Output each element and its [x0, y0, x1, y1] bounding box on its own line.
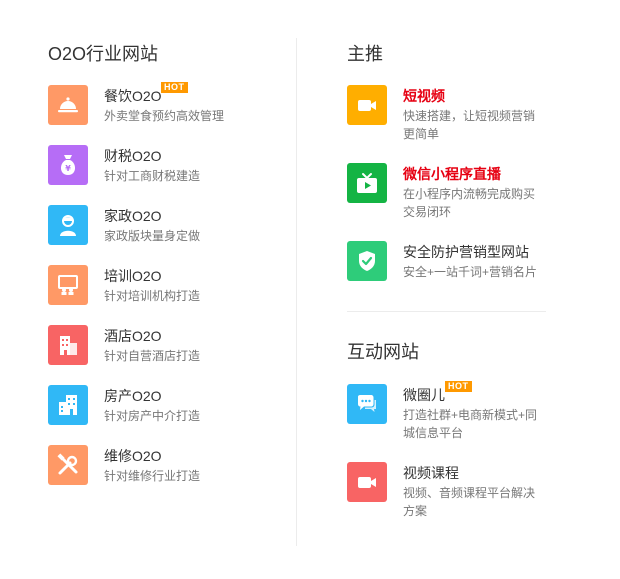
menu-item-short-video[interactable]: 短视频 快速搭建，让短视频营销更简单	[347, 85, 543, 143]
item-description: 针对房产中介打造	[104, 409, 201, 423]
item-description: 视频、音频课程平台解决方案	[403, 486, 536, 518]
money-bag-icon: ¥	[48, 145, 88, 185]
menu-item-housekeeping[interactable]: 家政O2O 家政版块量身定做	[48, 205, 200, 245]
item-description: 外卖堂食预约高效管理	[104, 109, 225, 123]
item-description: 针对自营酒店打造	[104, 349, 201, 363]
menu-item-catering[interactable]: 餐饮O2O HOT 外卖堂食预约高效管理	[48, 82, 225, 125]
item-title: 维修O2O	[104, 448, 162, 464]
tools-icon	[48, 445, 88, 485]
item-title: 视频课程	[403, 465, 459, 481]
item-title: 财税O2O	[104, 148, 162, 164]
menu-item-real-estate[interactable]: 房产O2O 针对房产中介打造	[48, 385, 200, 425]
classroom-icon	[48, 265, 88, 305]
item-title: 房产O2O	[104, 388, 162, 404]
item-description: 打造社群+电商新模式+同城信息平台	[403, 408, 538, 440]
svg-text:¥: ¥	[65, 164, 71, 173]
menu-item-training[interactable]: 培训O2O 针对培训机构打造	[48, 265, 200, 305]
cloche-icon	[48, 85, 88, 125]
item-title: 家政O2O	[104, 208, 162, 224]
o2o-section-title: O2O行业网站	[48, 44, 159, 64]
video-camera-icon	[347, 85, 387, 125]
menu-item-repair[interactable]: 维修O2O 针对维修行业打造	[48, 445, 200, 485]
item-description: 在小程序内流畅完成购买交易闭环	[403, 187, 536, 219]
menu-item-weiquaner[interactable]: 微圈儿 HOT 打造社群+电商新模式+同城信息平台	[347, 381, 543, 442]
section-divider	[347, 311, 546, 312]
hot-badge: HOT	[161, 82, 188, 93]
item-description: 针对培训机构打造	[104, 289, 201, 303]
item-description: 针对维修行业打造	[104, 469, 201, 483]
item-description: 针对工商财税建造	[104, 169, 201, 183]
item-title: 餐饮O2O	[104, 88, 162, 104]
housekeeper-icon	[48, 205, 88, 245]
menu-item-secure-marketing-site[interactable]: 安全防护营销型网站 安全+一站千词+营销名片	[347, 241, 543, 281]
menu-item-tax[interactable]: ¥ 财税O2O 针对工商财税建造	[48, 145, 200, 185]
column-divider	[296, 38, 297, 546]
chat-bubbles-icon	[347, 384, 387, 424]
video-course-icon	[347, 462, 387, 502]
page: O2O行业网站 主推 互动网站 餐饮O2O HOT 外卖堂食预约高效管理 ¥ 财税…	[0, 0, 620, 579]
menu-item-video-course[interactable]: 视频课程 视频、音频课程平台解决方案	[347, 462, 543, 520]
item-title: 酒店O2O	[104, 328, 162, 344]
menu-item-hotel[interactable]: 酒店O2O 针对自营酒店打造	[48, 325, 200, 365]
interactive-section-title: 互动网站	[347, 342, 419, 362]
hotel-icon	[48, 325, 88, 365]
item-title: 培训O2O	[104, 268, 162, 284]
tv-play-icon	[347, 163, 387, 203]
item-title: 微圈儿	[403, 387, 445, 403]
item-description: 安全+一站千词+营销名片	[403, 265, 538, 279]
item-title: 微信小程序直播	[403, 166, 501, 182]
item-title: 安全防护营销型网站	[403, 244, 529, 260]
building-icon	[48, 385, 88, 425]
item-description: 快速搭建，让短视频营销更简单	[403, 109, 536, 141]
shield-check-icon	[347, 241, 387, 281]
item-title: 短视频	[403, 88, 445, 104]
hot-badge: HOT	[445, 381, 472, 392]
featured-section-title: 主推	[347, 44, 383, 64]
item-description: 家政版块量身定做	[104, 229, 201, 243]
menu-item-mini-program-live[interactable]: 微信小程序直播 在小程序内流畅完成购买交易闭环	[347, 163, 543, 221]
